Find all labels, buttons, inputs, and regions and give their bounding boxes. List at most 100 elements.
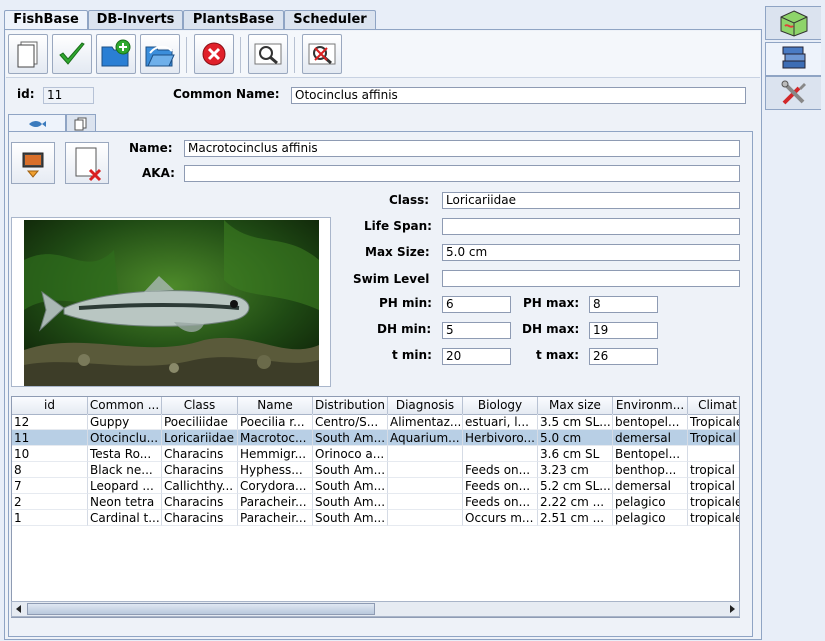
col-diagnosis[interactable]: Diagnosis bbox=[388, 397, 463, 414]
scroll-left-arrow[interactable] bbox=[13, 603, 25, 615]
cell-diagnosis: Aquarium... bbox=[388, 430, 463, 446]
tab-scheduler[interactable]: Scheduler bbox=[284, 10, 376, 29]
cell-environment: Bentopel... bbox=[613, 446, 688, 462]
maxsize-input[interactable]: 5.0 cm bbox=[442, 244, 740, 261]
load-image-button[interactable] bbox=[11, 142, 55, 184]
cell-common-name: Leopard ... bbox=[88, 478, 162, 494]
cell-distribution: South Am... bbox=[313, 430, 388, 446]
cell-class: Loricariidae bbox=[162, 430, 238, 446]
cell-common-name: Testa Ro... bbox=[88, 446, 162, 462]
open-folder-icon bbox=[145, 45, 175, 67]
tab-plantsbase[interactable]: PlantsBase bbox=[183, 10, 284, 29]
table-row[interactable]: 11 Otocinclu... Loricariidae Macrotoc... Sou… bbox=[12, 430, 739, 446]
open-folder-button[interactable] bbox=[140, 34, 180, 74]
ph-min-input[interactable]: 6 bbox=[442, 296, 511, 313]
scroll-thumb[interactable] bbox=[27, 603, 375, 615]
cell-biology bbox=[463, 446, 538, 462]
cell-name: Hemmigr... bbox=[238, 446, 313, 462]
cell-name: Macrotoc... bbox=[238, 430, 313, 446]
col-class[interactable]: Class bbox=[162, 397, 238, 414]
cell-name: Paracheir... bbox=[238, 494, 313, 510]
swimlevel-label: Swim Level bbox=[353, 272, 430, 286]
table-row[interactable]: 1 Cardinal t... Characins Paracheir... South… bbox=[12, 510, 739, 526]
tools-icon bbox=[781, 80, 806, 105]
table-row[interactable]: 2 Neon tetra Characins Paracheir... South Am… bbox=[12, 494, 739, 510]
cell-climate bbox=[688, 446, 739, 462]
cell-class: Characins bbox=[162, 510, 238, 526]
cell-distribution: Centro/S... bbox=[313, 414, 388, 430]
tab-fishbase[interactable]: FishBase bbox=[4, 10, 88, 31]
search-button[interactable] bbox=[248, 34, 288, 74]
t-min-label: t min: bbox=[392, 348, 432, 362]
tab-notes[interactable] bbox=[66, 114, 96, 132]
cell-name: Corydora... bbox=[238, 478, 313, 494]
new-button[interactable] bbox=[8, 34, 48, 74]
side-tab-library[interactable] bbox=[765, 42, 821, 76]
aka-label: AKA: bbox=[142, 166, 175, 180]
cell-environment: demersal bbox=[613, 430, 688, 446]
class-label: Class: bbox=[389, 193, 430, 207]
cell-max-size: 3.5 cm SL... bbox=[538, 414, 613, 430]
side-tab-aquarium[interactable] bbox=[765, 6, 821, 40]
fish-table: id Common ... Class Name Distribution Di… bbox=[11, 396, 740, 618]
tab-db-inverts[interactable]: DB-Inverts bbox=[88, 10, 183, 29]
delete-button[interactable] bbox=[194, 34, 234, 74]
clear-search-button[interactable] bbox=[302, 34, 342, 74]
dh-max-input[interactable]: 19 bbox=[589, 322, 658, 339]
name-input[interactable]: Macrotocinclus affinis bbox=[184, 140, 740, 157]
col-environment[interactable]: Environm... bbox=[613, 397, 688, 414]
t-max-input[interactable]: 26 bbox=[589, 348, 658, 365]
cell-biology: Feeds on... bbox=[463, 478, 538, 494]
id-field[interactable]: 11 bbox=[43, 87, 94, 104]
aka-input[interactable] bbox=[184, 165, 740, 182]
cell-id: 2 bbox=[12, 494, 88, 510]
table-row[interactable]: 8 Black ne... Characins Hyphess... South Am.… bbox=[12, 462, 739, 478]
aquarium-icon bbox=[780, 10, 807, 37]
cell-biology: Feeds on... bbox=[463, 494, 538, 510]
lifespan-label: Life Span: bbox=[364, 219, 432, 233]
col-max-size[interactable]: Max size bbox=[538, 397, 613, 414]
cell-max-size: 3.23 cm bbox=[538, 462, 613, 478]
cell-climate: tropical bbox=[688, 462, 739, 478]
common-name-input[interactable]: Otocinclus affinis bbox=[291, 87, 746, 104]
dh-min-label: DH min: bbox=[377, 322, 432, 336]
cell-max-size: 2.51 cm ... bbox=[538, 510, 613, 526]
col-distribution[interactable]: Distribution bbox=[313, 397, 388, 414]
col-common-name[interactable]: Common ... bbox=[88, 397, 162, 414]
toolbar bbox=[6, 31, 760, 78]
lifespan-input[interactable] bbox=[442, 218, 740, 235]
col-climate[interactable]: Climat bbox=[688, 397, 739, 414]
t-min-input[interactable]: 20 bbox=[442, 348, 511, 365]
col-biology[interactable]: Biology bbox=[463, 397, 538, 414]
side-tab-tools[interactable] bbox=[765, 76, 821, 110]
col-id[interactable]: id bbox=[12, 397, 88, 414]
add-folder-button[interactable] bbox=[96, 34, 136, 74]
cell-distribution: Orinoco a... bbox=[313, 446, 388, 462]
remove-image-button[interactable] bbox=[65, 142, 109, 184]
fish-photo bbox=[24, 220, 319, 386]
cell-environment: bentopel... bbox=[613, 414, 688, 430]
name-label: Name: bbox=[129, 141, 173, 155]
col-name[interactable]: Name bbox=[238, 397, 313, 414]
scroll-right-arrow[interactable] bbox=[726, 603, 738, 615]
save-button[interactable] bbox=[52, 34, 92, 74]
scroll-left-icon bbox=[16, 605, 21, 613]
table-row[interactable]: 12 Guppy Poeciliidae Poecilia r... Centro/S.… bbox=[12, 414, 739, 430]
cell-max-size: 5.2 cm SL... bbox=[538, 478, 613, 494]
class-input[interactable]: Loricariidae bbox=[442, 192, 740, 209]
swimlevel-input[interactable] bbox=[442, 270, 740, 287]
cell-class: Characins bbox=[162, 446, 238, 462]
table-row[interactable]: 10 Testa Ro... Characins Hemmigr... Orinoco … bbox=[12, 446, 739, 462]
ph-max-input[interactable]: 8 bbox=[589, 296, 658, 313]
table-row[interactable]: 7 Leopard ... Callichthy... Corydora... Sout… bbox=[12, 478, 739, 494]
cell-name: Poecilia r... bbox=[238, 414, 313, 430]
scroll-right-icon bbox=[730, 605, 735, 613]
horizontal-scrollbar[interactable] bbox=[11, 601, 740, 617]
dh-min-input[interactable]: 5 bbox=[442, 322, 511, 339]
cell-name: Hyphess... bbox=[238, 462, 313, 478]
cell-diagnosis bbox=[388, 494, 463, 510]
clear-search-icon bbox=[308, 43, 336, 65]
cell-climate: tropicale bbox=[688, 510, 739, 526]
cell-diagnosis bbox=[388, 478, 463, 494]
cell-max-size: 2.22 cm ... bbox=[538, 494, 613, 510]
